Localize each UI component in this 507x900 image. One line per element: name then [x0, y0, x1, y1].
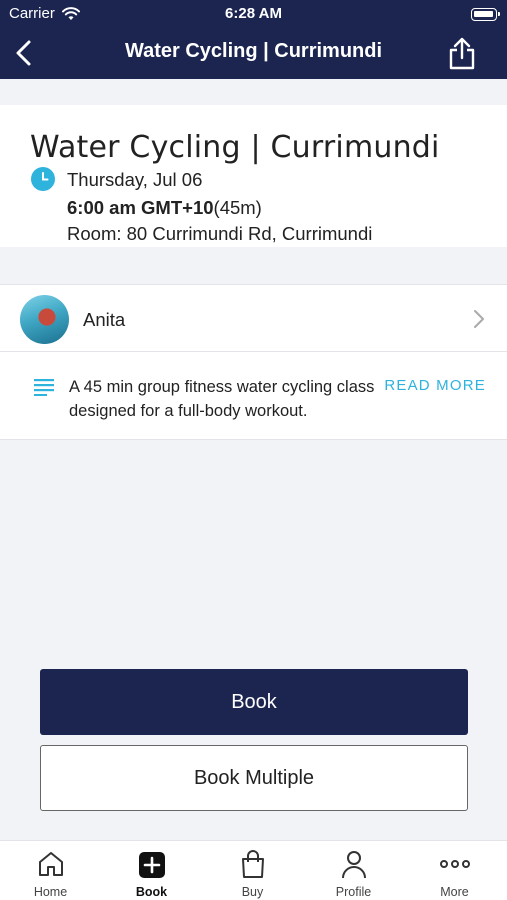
- tab-home-label: Home: [33, 885, 68, 899]
- class-title: Water Cycling | Currimundi: [30, 130, 440, 165]
- tab-more[interactable]: More: [404, 841, 505, 900]
- more-dots-icon: [440, 860, 470, 868]
- instructor-avatar: [20, 295, 69, 344]
- tab-more-label: More: [440, 885, 469, 899]
- status-time: 6:28 AM: [225, 5, 282, 22]
- tab-book[interactable]: Book: [101, 841, 202, 900]
- clock-icon: [31, 167, 55, 191]
- shopping-bag-icon: [242, 850, 264, 878]
- chevron-right-icon: [474, 310, 484, 328]
- nav-title: Water Cycling | Currimundi: [124, 40, 383, 62]
- tab-buy-label: Buy: [241, 885, 264, 899]
- tab-profile[interactable]: Profile: [303, 841, 404, 900]
- class-description: A 45 min group fitness water cycling cla…: [69, 378, 375, 420]
- tab-book-label: Book: [135, 885, 168, 899]
- book-button[interactable]: Book: [40, 669, 468, 735]
- profile-icon: [342, 851, 366, 879]
- class-details-card: Water Cycling | Currimundi Thursday, Jul…: [0, 105, 507, 247]
- class-time-row: 6:00 am GMT+10(45m): [67, 197, 262, 219]
- read-more-link[interactable]: READ MORE: [384, 377, 486, 394]
- instructor-description-card: Anita A 45 min group fitness water cycli…: [0, 284, 507, 440]
- book-multiple-button[interactable]: Book Multiple: [40, 745, 468, 811]
- top-navigation-bar: Carrier 6:28 AM Water Cycling | Currimun…: [0, 0, 507, 79]
- status-bar: Carrier 6:28 AM: [0, 5, 507, 25]
- book-plus-icon: [139, 852, 165, 878]
- back-arrow-icon[interactable]: [10, 38, 40, 68]
- tab-buy[interactable]: Buy: [202, 841, 303, 900]
- bottom-tab-bar: Home Book Buy Profile More: [0, 840, 507, 900]
- tab-home[interactable]: Home: [0, 841, 101, 900]
- share-icon[interactable]: [447, 36, 477, 70]
- instructor-row[interactable]: Anita: [0, 285, 507, 352]
- class-date: Thursday, Jul 06: [67, 169, 203, 190]
- tab-profile-label: Profile: [335, 885, 372, 899]
- instructor-name: Anita: [83, 309, 126, 330]
- class-room: Room: 80 Currimundi Rd, Currimundi: [67, 223, 373, 244]
- battery-icon: [471, 8, 500, 21]
- class-duration: (45m): [213, 197, 262, 218]
- home-icon: [39, 852, 63, 876]
- class-time: 6:00 am GMT+10: [67, 197, 214, 218]
- description-lines-icon: [34, 379, 54, 396]
